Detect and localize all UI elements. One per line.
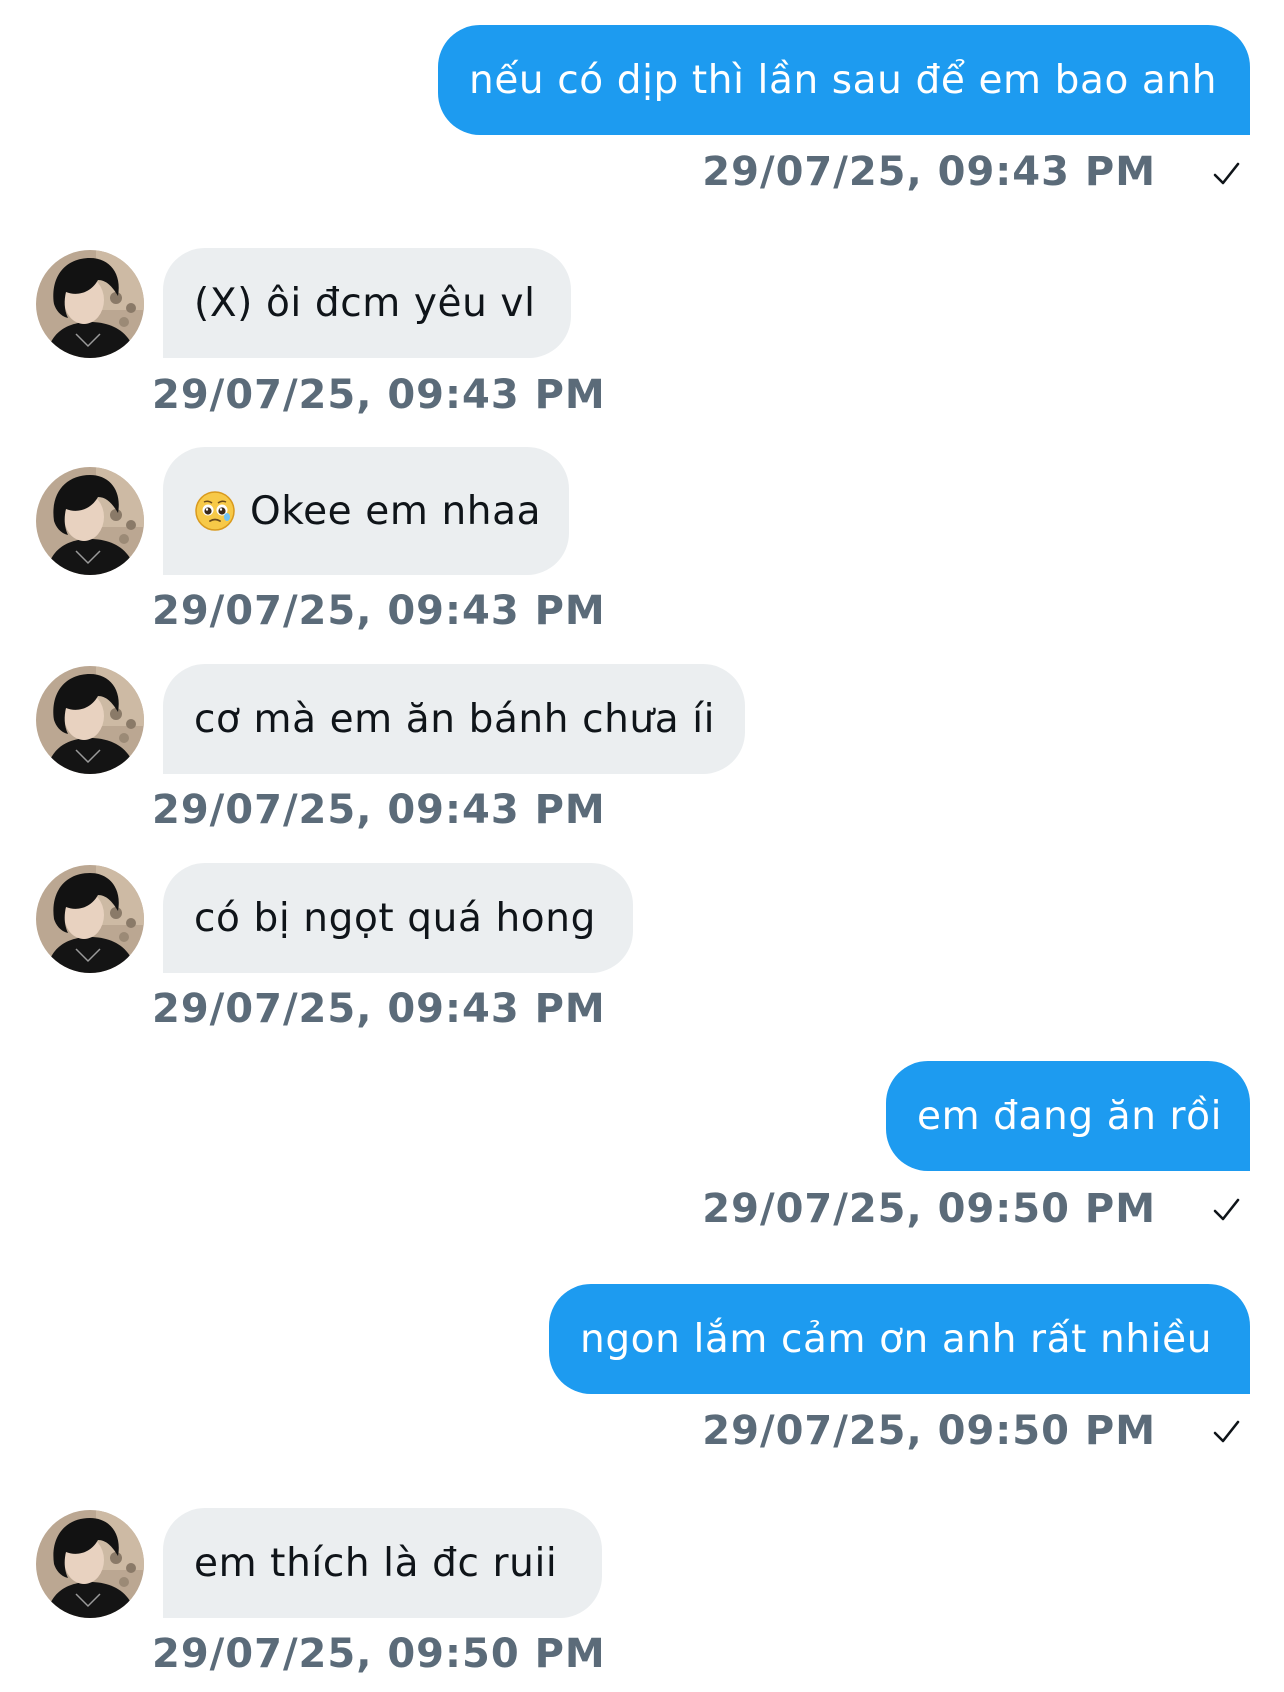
- message-timestamp: 29/07/25, 09:43 PM: [152, 986, 606, 1032]
- sent-check-icon: [1206, 1412, 1246, 1452]
- received-message-bubble[interactable]: cơ mà em ăn bánh chưa íi: [163, 664, 745, 774]
- timestamp-text: 29/07/25, 09:43 PM: [152, 372, 606, 418]
- contact-avatar[interactable]: [36, 1510, 144, 1618]
- message-text: ngon lắm cảm ơn anh rất nhiều: [580, 1316, 1213, 1362]
- timestamp-text: 29/07/25, 09:43 PM: [152, 787, 606, 833]
- timestamp-text: 29/07/25, 09:43 PM: [152, 588, 606, 634]
- message-text: em thích là đc ruii: [194, 1540, 558, 1586]
- message-timestamp: 29/07/25, 09:43 PM: [702, 149, 1156, 195]
- conversation-thread: nếu có dịp thì lần sau để em bao anh 29/…: [0, 0, 1284, 1692]
- timestamp-text: 29/07/25, 09:50 PM: [702, 1186, 1156, 1232]
- sent-message-bubble[interactable]: em đang ăn rồi: [886, 1061, 1250, 1171]
- timestamp-text: 29/07/25, 09:43 PM: [702, 149, 1156, 195]
- message-timestamp: 29/07/25, 09:43 PM: [152, 588, 606, 634]
- received-message-bubble[interactable]: có bị ngọt quá hong: [163, 863, 633, 973]
- message-text: cơ mà em ăn bánh chưa íi: [194, 696, 716, 742]
- message-text: (X) ôi đcm yêu vl: [194, 280, 536, 326]
- sent-check-icon: [1206, 1190, 1246, 1230]
- sent-message-bubble[interactable]: ngon lắm cảm ơn anh rất nhiều: [549, 1284, 1250, 1394]
- received-message-bubble[interactable]: em thích là đc ruii: [163, 1508, 602, 1618]
- message-timestamp: 29/07/25, 09:50 PM: [702, 1186, 1156, 1232]
- message-timestamp: 29/07/25, 09:43 PM: [152, 372, 606, 418]
- sent-message-bubble[interactable]: nếu có dịp thì lần sau để em bao anh: [438, 25, 1250, 135]
- message-text: nếu có dịp thì lần sau để em bao anh: [469, 57, 1218, 103]
- message-text: có bị ngọt quá hong: [194, 895, 596, 941]
- timestamp-text: 29/07/25, 09:43 PM: [152, 986, 606, 1032]
- timestamp-text: 29/07/25, 09:50 PM: [702, 1408, 1156, 1454]
- sent-check-icon: [1206, 154, 1246, 194]
- message-timestamp: 29/07/25, 09:43 PM: [152, 787, 606, 833]
- message-timestamp: 29/07/25, 09:50 PM: [702, 1408, 1156, 1454]
- contact-avatar[interactable]: [36, 467, 144, 575]
- contact-avatar[interactable]: [36, 250, 144, 358]
- message-text: em đang ăn rồi: [917, 1093, 1223, 1139]
- received-message-bubble[interactable]: (X) ôi đcm yêu vl: [163, 248, 571, 358]
- contact-avatar[interactable]: [36, 865, 144, 973]
- contact-avatar[interactable]: [36, 666, 144, 774]
- pleading-face-emoji-icon: [194, 490, 236, 532]
- received-message-bubble[interactable]: Okee em nhaa: [163, 447, 569, 575]
- timestamp-text: 29/07/25, 09:50 PM: [152, 1631, 606, 1677]
- message-timestamp: 29/07/25, 09:50 PM: [152, 1631, 606, 1677]
- message-text: Okee em nhaa: [250, 488, 542, 534]
